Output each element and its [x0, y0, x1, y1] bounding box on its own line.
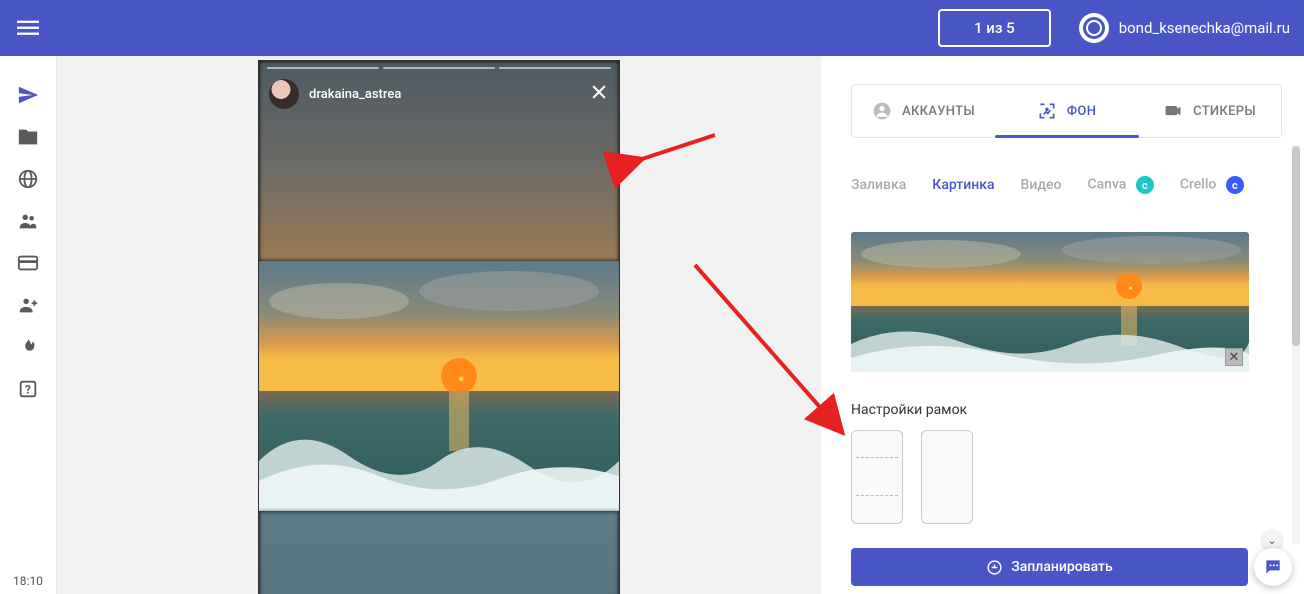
top-bar: 1 из 5 bond_ksenechka@mail.ru	[0, 0, 1304, 56]
close-icon	[589, 82, 609, 102]
frame-settings-title: Настройки рамок	[851, 402, 1282, 418]
sidebar: ? 18:10	[0, 56, 57, 594]
background-icon	[1037, 101, 1057, 121]
tab-accounts-label: АККАУНТЫ	[902, 104, 975, 119]
story-preview[interactable]: drakaina_astrea	[258, 60, 620, 594]
story-close-button[interactable]	[589, 82, 609, 106]
tab-accounts[interactable]: АККАУНТЫ	[852, 85, 995, 137]
tab-background-label: ФОН	[1067, 104, 1096, 119]
menu-button[interactable]	[0, 0, 56, 56]
tab-stickers-label: СТИКЕРЫ	[1193, 104, 1256, 119]
sidebar-item-billing[interactable]	[0, 242, 56, 284]
paper-plane-icon	[17, 84, 39, 106]
story-progress	[267, 67, 611, 69]
sidebar-item-users[interactable]	[0, 200, 56, 242]
sidebar-item-trending[interactable]	[0, 326, 56, 368]
canvas-area: drakaina_astrea	[57, 56, 821, 594]
subtab-canva[interactable]: Canva c	[1087, 176, 1153, 194]
svg-text:?: ?	[25, 383, 31, 397]
scrollbar-thumb[interactable]	[1292, 146, 1300, 346]
sidebar-item-add-users[interactable]	[0, 284, 56, 326]
sidebar-item-globe[interactable]	[0, 158, 56, 200]
frame-option-fit[interactable]	[851, 430, 903, 524]
subtab-crello-label: Crello	[1180, 177, 1217, 193]
user-email[interactable]: bond_ksenechka@mail.ru	[1119, 19, 1290, 37]
sidebar-item-help[interactable]: ?	[0, 368, 56, 410]
globe-icon	[17, 168, 39, 190]
chat-icon	[1263, 557, 1283, 577]
subtab-video[interactable]: Видео	[1021, 177, 1062, 193]
story-author-name: drakaina_astrea	[309, 87, 401, 102]
canva-badge-icon: c	[1136, 176, 1154, 194]
stickers-icon	[1163, 101, 1183, 121]
panel-tabs: АККАУНТЫ ФОН СТИКЕРЫ	[851, 84, 1282, 138]
scroll-down-button[interactable]: ⌄	[1262, 530, 1282, 550]
schedule-icon	[986, 559, 1003, 576]
hamburger-icon	[17, 17, 39, 39]
subtab-image[interactable]: Картинка	[932, 177, 994, 193]
crello-badge-icon: c	[1226, 176, 1244, 194]
users-icon	[17, 210, 39, 232]
right-panel: АККАУНТЫ ФОН СТИКЕРЫ Заливка Картинка Ви…	[821, 56, 1304, 594]
chat-fab[interactable]	[1254, 548, 1292, 586]
story-background-image	[259, 61, 619, 594]
frame-settings: Настройки рамок	[851, 402, 1282, 524]
card-icon	[17, 252, 39, 274]
frame-option-fill[interactable]	[921, 430, 973, 524]
background-image-thumbnail[interactable]: ✕	[851, 232, 1249, 372]
tab-background[interactable]: ФОН	[995, 85, 1138, 137]
sidebar-item-publish[interactable]	[0, 74, 56, 116]
user-avatar[interactable]	[1079, 13, 1109, 43]
add-users-icon	[17, 294, 39, 316]
sidebar-item-files[interactable]	[0, 116, 56, 158]
subtab-fill[interactable]: Заливка	[851, 177, 906, 193]
fire-icon	[17, 336, 39, 358]
subtab-canva-label: Canva	[1087, 177, 1126, 193]
subtab-crello[interactable]: Crello c	[1180, 176, 1244, 194]
story-pager[interactable]: 1 из 5	[938, 9, 1051, 47]
help-icon: ?	[17, 378, 39, 400]
schedule-button[interactable]: Запланировать	[851, 548, 1248, 586]
schedule-button-label: Запланировать	[1011, 559, 1112, 575]
folder-icon	[17, 126, 39, 148]
sidebar-clock: 18:10	[13, 574, 43, 594]
account-icon	[872, 101, 892, 121]
tab-stickers[interactable]: СТИКЕРЫ	[1138, 85, 1281, 137]
thumbnail-delete-button[interactable]: ✕	[1225, 348, 1243, 366]
story-author-avatar[interactable]	[269, 79, 299, 109]
background-subtabs: Заливка Картинка Видео Canva c Crello c	[851, 176, 1282, 194]
